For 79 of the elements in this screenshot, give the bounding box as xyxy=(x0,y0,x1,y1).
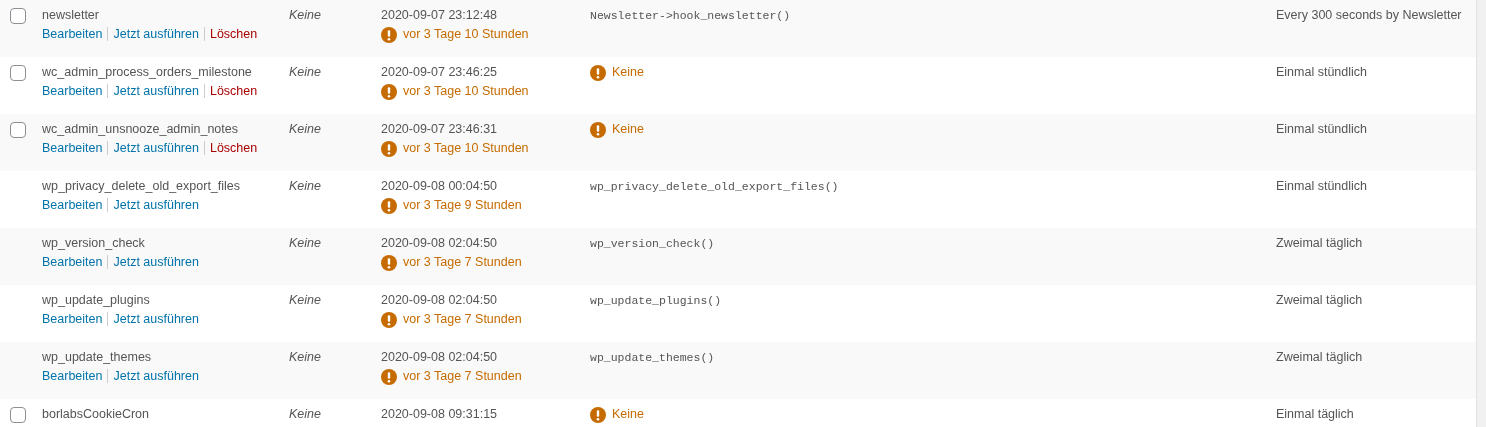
arguments-text: Keine xyxy=(289,406,322,423)
hook-name: wp_version_check xyxy=(42,235,146,252)
arguments-text: Keine xyxy=(289,292,322,309)
warning-icon xyxy=(381,83,397,100)
run-now-link[interactable]: Jetzt ausführen xyxy=(107,198,199,212)
arguments-text: Keine xyxy=(289,349,322,366)
overdue-text: vor 3 Tage 9 Stunden xyxy=(403,197,522,214)
recurrence-text: Zweimal täglich xyxy=(1276,292,1364,309)
arguments-text: Keine xyxy=(289,7,322,24)
overdue-text: vor 3 Tage 7 Stunden xyxy=(403,311,522,328)
next-run-time: 2020-09-08 02:04:50 xyxy=(381,292,499,309)
recurrence-text: Einmal stündlich xyxy=(1276,64,1368,81)
warning-icon xyxy=(381,140,397,157)
warning-icon xyxy=(381,368,397,385)
warning-icon xyxy=(590,406,606,423)
warning-icon xyxy=(381,197,397,214)
edit-link[interactable]: Bearbeiten xyxy=(42,27,103,41)
run-now-link[interactable]: Jetzt ausführen xyxy=(107,27,199,41)
delete-link[interactable]: Löschen xyxy=(203,84,258,98)
hook-name: wp_update_themes xyxy=(42,349,153,366)
warning-icon xyxy=(381,26,397,43)
next-run-time: 2020-09-07 23:12:48 xyxy=(381,7,499,24)
next-run-time: 2020-09-08 02:04:50 xyxy=(381,235,499,252)
recurrence-text: Einmal täglich xyxy=(1276,406,1355,423)
warning-icon xyxy=(381,311,397,328)
next-run-time: 2020-09-08 09:31:15 xyxy=(381,406,499,423)
overdue-text: vor 3 Tage 10 Stunden xyxy=(403,26,529,43)
row-checkbox[interactable] xyxy=(10,407,26,423)
warning-icon xyxy=(590,121,606,138)
arguments-text: Keine xyxy=(289,64,322,81)
edit-link[interactable]: Bearbeiten xyxy=(42,198,103,212)
next-run-time: 2020-09-07 23:46:25 xyxy=(381,64,499,81)
hook-name: wc_admin_process_orders_milestone xyxy=(42,64,253,81)
recurrence-text: Zweimal täglich xyxy=(1276,349,1364,366)
recurrence-text: Einmal stündlich xyxy=(1276,178,1368,195)
run-now-link[interactable]: Jetzt ausführen xyxy=(107,255,199,269)
warning-icon xyxy=(381,254,397,271)
next-run-time: 2020-09-07 23:46:31 xyxy=(381,121,499,138)
arguments-text: Keine xyxy=(289,235,322,252)
warning-icon xyxy=(590,64,606,81)
hook-name: wp_update_plugins xyxy=(42,292,151,309)
action-code: wp_update_themes() xyxy=(590,351,715,364)
next-run-time: 2020-09-08 02:04:50 xyxy=(381,349,499,366)
hook-name: borlabsCookieCron xyxy=(42,406,150,423)
row-checkbox[interactable] xyxy=(10,65,26,81)
arguments-text: Keine xyxy=(289,178,322,195)
hook-name: wc_admin_unsnooze_admin_notes xyxy=(42,121,239,138)
overdue-text: vor 3 Tage 10 Stunden xyxy=(403,140,529,157)
delete-link[interactable]: Löschen xyxy=(203,141,258,155)
action-code: wp_version_check() xyxy=(590,237,715,250)
arguments-text: Keine xyxy=(289,121,322,138)
action-missing-text: Keine xyxy=(612,121,644,138)
hook-name: newsletter xyxy=(42,7,100,24)
recurrence-text: Zweimal täglich xyxy=(1276,235,1364,252)
edit-link[interactable]: Bearbeiten xyxy=(42,84,103,98)
action-missing-text: Keine xyxy=(612,64,644,81)
delete-link[interactable]: Löschen xyxy=(203,27,258,41)
overdue-text: vor 3 Tage 7 Stunden xyxy=(403,254,522,271)
overdue-text: vor 3 Tage 10 Stunden xyxy=(403,83,529,100)
edit-link[interactable]: Bearbeiten xyxy=(42,312,103,326)
run-now-link[interactable]: Jetzt ausführen xyxy=(107,141,199,155)
action-code: Newsletter->hook_newsletter() xyxy=(590,9,791,22)
action-code: wp_privacy_delete_old_export_files() xyxy=(590,180,839,193)
next-run-time: 2020-09-08 00:04:50 xyxy=(381,178,499,195)
run-now-link[interactable]: Jetzt ausführen xyxy=(107,84,199,98)
hook-name: wp_privacy_delete_old_export_files xyxy=(42,178,242,195)
action-code: wp_update_plugins() xyxy=(590,294,722,307)
recurrence-text: Every 300 seconds by Newsletter xyxy=(1276,7,1463,24)
edit-link[interactable]: Bearbeiten xyxy=(42,255,103,269)
run-now-link[interactable]: Jetzt ausführen xyxy=(107,369,199,383)
row-checkbox[interactable] xyxy=(10,122,26,138)
action-missing-text: Keine xyxy=(612,406,644,423)
overdue-text: vor 3 Tage 7 Stunden xyxy=(403,368,522,385)
row-checkbox[interactable] xyxy=(10,8,26,24)
recurrence-text: Einmal stündlich xyxy=(1276,121,1368,138)
scrollbar[interactable] xyxy=(1476,0,1486,427)
edit-link[interactable]: Bearbeiten xyxy=(42,369,103,383)
run-now-link[interactable]: Jetzt ausführen xyxy=(107,312,199,326)
edit-link[interactable]: Bearbeiten xyxy=(42,141,103,155)
